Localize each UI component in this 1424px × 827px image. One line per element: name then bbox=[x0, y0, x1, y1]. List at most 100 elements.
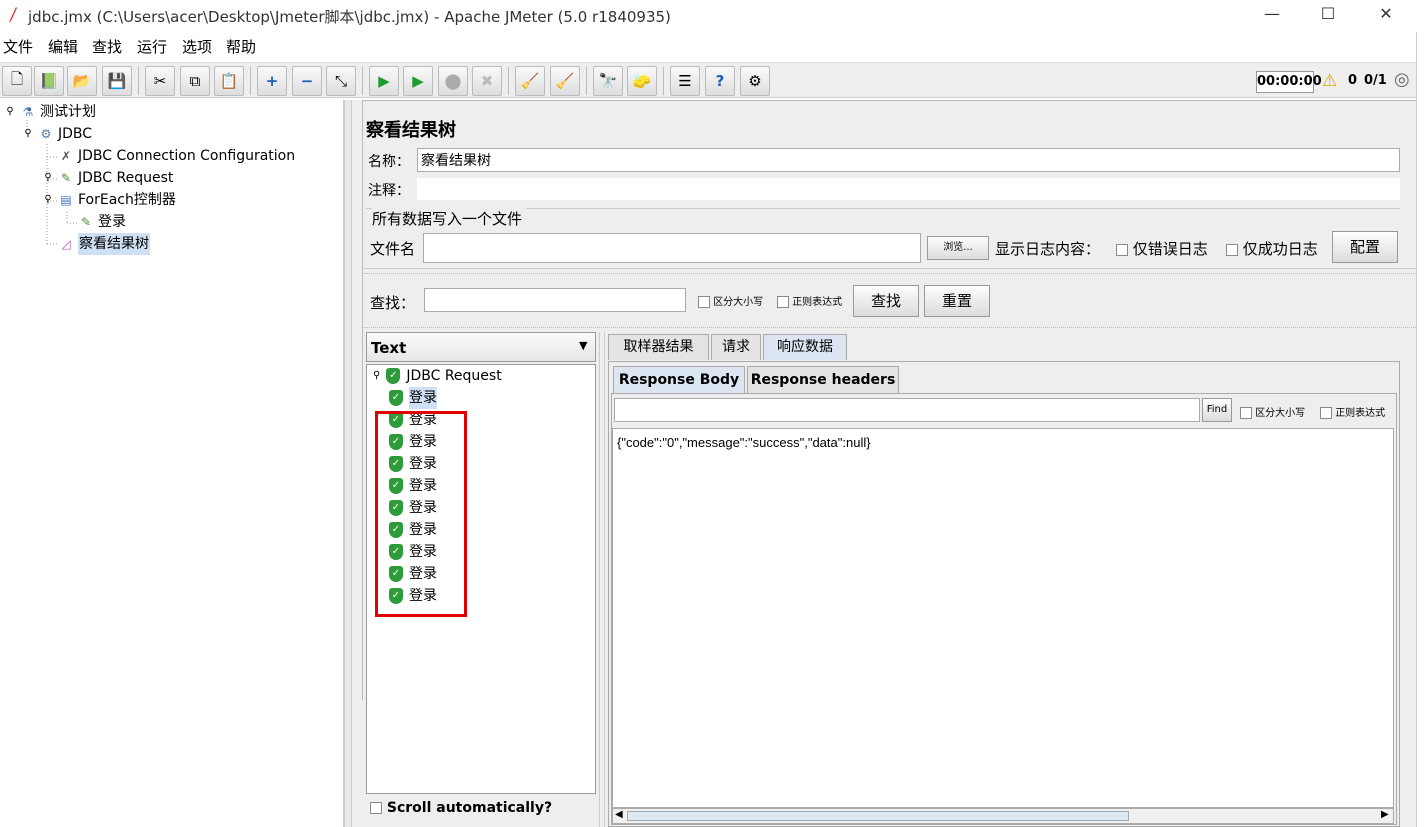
success-only-option[interactable]: 仅成功日志 bbox=[1226, 238, 1318, 259]
scroll-auto-option[interactable]: Scroll automatically? bbox=[370, 800, 552, 816]
expand-handle-icon[interactable]: ⚲ bbox=[373, 365, 380, 387]
menu-help[interactable]: 帮助 bbox=[226, 36, 256, 57]
remote-icon[interactable]: ⚙ bbox=[740, 66, 770, 96]
stop-icon[interactable]: ⬤ bbox=[438, 66, 468, 96]
flask-icon: ⚗ bbox=[22, 105, 34, 119]
splitter-2[interactable] bbox=[362, 322, 1424, 328]
reset-button[interactable]: 重置 bbox=[924, 285, 990, 317]
tree-node-foreach-controller[interactable]: ⚲ ▤ ForEach控制器 bbox=[42, 189, 176, 211]
warning-icon[interactable]: ⚠ bbox=[1322, 71, 1337, 91]
menu-file[interactable]: 文件 bbox=[3, 36, 33, 57]
function-helper-icon[interactable]: ☰ bbox=[670, 66, 700, 96]
subtab-response-headers[interactable]: Response headers bbox=[747, 366, 899, 394]
splitter-1[interactable] bbox=[362, 268, 1424, 274]
panel-title: 察看结果树 bbox=[366, 120, 456, 141]
tree-node-login[interactable]: ✎ 登录 bbox=[78, 211, 126, 233]
search-case-option[interactable]: 区分大小写 bbox=[698, 293, 763, 308]
name-field[interactable] bbox=[417, 148, 1400, 172]
errors-only-option[interactable]: 仅错误日志 bbox=[1116, 238, 1208, 259]
results-list: ⚲ ✓ JDBC Request ✓ 登录 ✓ 登录 ✓ 登录 ✓ 登录 ✓ 登录 ✓ 登录 ✓ 登录 ✓ 登… bbox=[366, 364, 596, 794]
expand-handle-icon[interactable]: ⚲ bbox=[4, 104, 16, 120]
expand-icon[interactable]: + bbox=[257, 66, 287, 96]
menu-run[interactable]: 运行 bbox=[137, 36, 167, 57]
log-content-label: 显示日志内容： bbox=[995, 240, 1101, 258]
subtab-response-body[interactable]: Response Body bbox=[613, 366, 745, 394]
collapse-icon[interactable]: − bbox=[292, 66, 322, 96]
regex-label: 正则表达式 bbox=[792, 297, 843, 308]
pipette-icon: ✎ bbox=[80, 215, 92, 229]
tree-node-jdbc-connection-configuration[interactable]: ✗ JDBC Connection Configuration bbox=[58, 145, 295, 167]
view-results-tree-panel: 察看结果树 名称： 注释： 所有数据写入一个文件 文件名 浏览... 显示日志内… bbox=[352, 100, 1424, 827]
gear-icon: ⚙ bbox=[40, 127, 52, 141]
help-icon[interactable]: ? bbox=[705, 66, 735, 96]
menu-options[interactable]: 选项 bbox=[182, 36, 212, 57]
split-pane-divider[interactable] bbox=[344, 100, 352, 827]
comment-field[interactable] bbox=[417, 178, 1400, 200]
search-binoculars-icon[interactable]: 🔭 bbox=[593, 66, 623, 96]
search-label: 查找： bbox=[370, 294, 416, 312]
result-root[interactable]: ⚲ ✓ JDBC Request bbox=[373, 365, 502, 387]
expand-handle-icon[interactable]: ⚲ bbox=[42, 170, 54, 186]
search-button[interactable]: 查找 bbox=[853, 285, 919, 317]
tree-node-view-results-tree[interactable]: ◿ 察看结果树 bbox=[58, 233, 150, 255]
reset-search-icon[interactable]: 🧽 bbox=[627, 66, 657, 96]
search-regex-option[interactable]: 正则表达式 bbox=[777, 293, 842, 308]
clear-icon[interactable]: 🧹 bbox=[515, 66, 545, 96]
response-regex-option[interactable]: 正则表达式 bbox=[1320, 404, 1385, 419]
shutdown-icon[interactable]: ✖ bbox=[472, 66, 502, 96]
filename-field[interactable] bbox=[423, 233, 921, 263]
scroll-right-icon[interactable]: ▶ bbox=[1381, 809, 1389, 820]
results-splitter[interactable] bbox=[599, 332, 605, 827]
save-icon[interactable]: 💾 bbox=[102, 66, 132, 96]
response-case-option[interactable]: 区分大小写 bbox=[1240, 404, 1305, 419]
tab-request[interactable]: 请求 bbox=[711, 334, 761, 360]
result-item[interactable]: ✓ 登录 bbox=[389, 387, 437, 409]
success-only-checkbox[interactable] bbox=[1226, 243, 1238, 256]
minimize-button[interactable]: — bbox=[1252, 4, 1292, 23]
start-icon[interactable]: ▶ bbox=[369, 66, 399, 96]
tree-node-jdbc-request[interactable]: ⚲ ✎ JDBC Request bbox=[42, 167, 173, 189]
window-title: jdbc.jmx (C:\Users\acer\Desktop\Jmeter脚本… bbox=[28, 8, 671, 26]
new-icon[interactable]: 🗋 bbox=[2, 66, 32, 96]
expand-handle-icon[interactable]: ⚲ bbox=[42, 192, 54, 208]
horizontal-scrollbar[interactable]: ◀ ▶ bbox=[612, 808, 1394, 824]
toggle-icon[interactable]: ⤡ bbox=[326, 66, 356, 96]
tree-node-jdbc[interactable]: ⚲ ⚙ JDBC bbox=[22, 123, 92, 145]
configure-button[interactable]: 配置 bbox=[1332, 231, 1398, 263]
tab-sampler-result[interactable]: 取样器结果 bbox=[608, 334, 709, 360]
maximize-button[interactable]: ☐ bbox=[1308, 4, 1348, 23]
expand-handle-icon[interactable]: ⚲ bbox=[22, 126, 34, 142]
tree-node-test-plan[interactable]: ⚲ ⚗ 测试计划 bbox=[4, 101, 96, 123]
open-icon[interactable]: 📂 bbox=[67, 66, 97, 96]
cut-icon[interactable]: ✂ bbox=[145, 66, 175, 96]
tab-response-data[interactable]: 响应数据 bbox=[763, 334, 847, 360]
regex-checkbox[interactable] bbox=[777, 296, 789, 308]
chevron-down-icon: ▼ bbox=[579, 339, 588, 352]
templates-icon[interactable]: 📗 bbox=[34, 66, 64, 96]
browse-button[interactable]: 浏览... bbox=[927, 236, 989, 260]
response-regex-checkbox[interactable] bbox=[1320, 407, 1332, 419]
search-input[interactable] bbox=[424, 288, 686, 312]
scrollbar-thumb[interactable] bbox=[627, 811, 1129, 821]
paste-icon[interactable]: 📋 bbox=[214, 66, 244, 96]
clear-all-icon[interactable]: 🧹 bbox=[550, 66, 580, 96]
toolbar-separator bbox=[663, 67, 664, 95]
response-find-button[interactable]: Find bbox=[1202, 398, 1232, 422]
close-button[interactable]: ✕ bbox=[1366, 4, 1406, 23]
jmeter-feather-icon bbox=[8, 6, 18, 24]
renderer-select[interactable]: Text ▼ bbox=[366, 332, 596, 362]
warning-count: 0 bbox=[1348, 73, 1358, 88]
response-body-text-area[interactable]: {"code":"0","message":"success","data":n… bbox=[612, 428, 1394, 808]
menu-edit[interactable]: 编辑 bbox=[48, 36, 78, 57]
scroll-left-icon[interactable]: ◀ bbox=[615, 809, 623, 820]
menu-search[interactable]: 查找 bbox=[92, 36, 122, 57]
pipette-icon: ✎ bbox=[60, 171, 72, 185]
response-find-input[interactable] bbox=[614, 398, 1200, 422]
response-case-checkbox[interactable] bbox=[1240, 407, 1252, 419]
start-no-pause-icon[interactable]: ▶ bbox=[403, 66, 433, 96]
errors-only-checkbox[interactable] bbox=[1116, 243, 1128, 256]
case-sensitive-checkbox[interactable] bbox=[698, 296, 710, 308]
tree-node-label: ForEach控制器 bbox=[78, 192, 176, 208]
scroll-auto-checkbox[interactable] bbox=[370, 802, 382, 814]
copy-icon[interactable]: ⧉ bbox=[180, 66, 210, 96]
